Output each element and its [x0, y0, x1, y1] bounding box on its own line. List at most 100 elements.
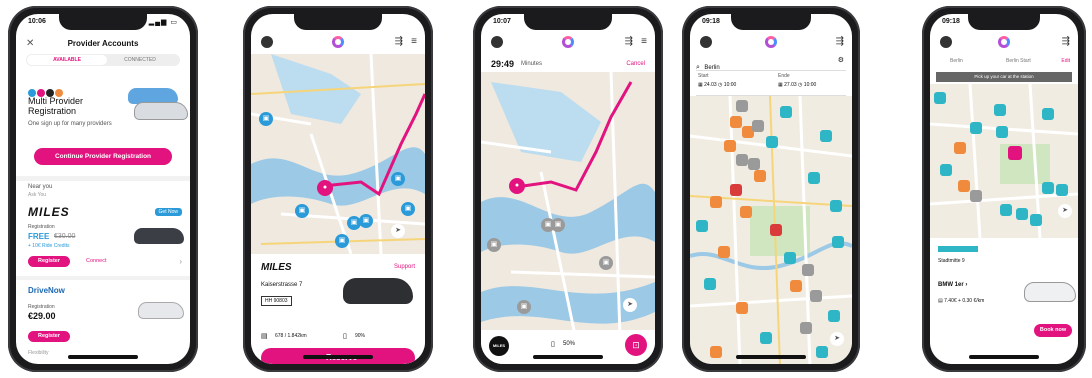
station-pin[interactable]	[1016, 208, 1028, 220]
car-pin[interactable]: ▣	[259, 112, 273, 126]
station-pin[interactable]	[780, 106, 792, 118]
tab-available[interactable]: AVAILABLE	[27, 55, 107, 65]
drivenow-registration-label: Registration	[28, 304, 55, 310]
support-link[interactable]: Support	[394, 264, 415, 270]
station-pin[interactable]	[710, 196, 722, 208]
station-pin[interactable]	[940, 164, 952, 176]
car-model[interactable]: BMW 1er ›	[938, 282, 967, 288]
station-pin[interactable]	[790, 280, 802, 292]
status-time: 09:18	[702, 18, 720, 25]
station-pin[interactable]	[832, 236, 844, 248]
map[interactable]: ➤	[690, 96, 852, 364]
drivenow-price: €29.00	[28, 311, 56, 321]
start-date[interactable]: ▦ 24.03 ◷ 10:00	[698, 82, 736, 88]
notice-banner: Pick up your car at the station	[936, 72, 1072, 82]
station-pin[interactable]	[958, 180, 970, 192]
car-pin[interactable]: ▣	[359, 214, 373, 228]
continue-registration-button[interactable]: Continue Provider Registration	[34, 148, 172, 165]
station-pin[interactable]	[816, 346, 828, 358]
station-pin[interactable]	[934, 92, 946, 104]
lock-button[interactable]: ⊡	[625, 334, 647, 356]
locate-me-icon[interactable]: ➤	[391, 224, 405, 238]
station-pin[interactable]	[1030, 214, 1042, 226]
miles-connect-link[interactable]: Connect	[86, 258, 107, 264]
share-icon[interactable]: ⇶	[625, 36, 633, 47]
car-pin[interactable]: ▣	[599, 256, 613, 270]
station-pin[interactable]	[730, 116, 742, 128]
share-icon[interactable]: ⇶	[1062, 36, 1070, 47]
car-pin[interactable]: ▣	[517, 300, 531, 314]
station-pin[interactable]	[754, 170, 766, 182]
station-pin[interactable]	[736, 100, 748, 112]
miles-register-button[interactable]: Register	[28, 256, 70, 267]
avatar[interactable]	[700, 36, 712, 48]
station-pin[interactable]	[800, 322, 812, 334]
menu-icon[interactable]: ≡	[641, 36, 647, 47]
locate-me-icon[interactable]: ➤	[1058, 204, 1072, 218]
station-pin[interactable]	[760, 332, 772, 344]
station-pin[interactable]	[736, 154, 748, 166]
station-pin[interactable]	[830, 200, 842, 212]
station-pin[interactable]	[704, 278, 716, 290]
map[interactable]: ➤	[930, 84, 1078, 238]
station-pin[interactable]	[994, 104, 1006, 116]
avatar[interactable]	[261, 36, 273, 48]
station-pin[interactable]	[1056, 184, 1068, 196]
end-date[interactable]: ▦ 27.03 ◷ 10:00	[778, 82, 816, 88]
station-pin[interactable]	[1042, 108, 1054, 120]
station-pin[interactable]	[828, 310, 840, 322]
map[interactable]: ▣ ▣ ▣ ▣ ▣ ▣ ▣ ● ➤	[251, 54, 425, 254]
share-icon[interactable]: ⇶	[395, 36, 403, 47]
car-pin[interactable]: ▣	[401, 202, 415, 216]
miles-price: FREE	[28, 232, 50, 241]
locate-me-icon[interactable]: ➤	[830, 332, 844, 346]
station-pin[interactable]	[770, 224, 782, 236]
station-pin[interactable]	[710, 346, 722, 358]
drivenow-register-button[interactable]: Register	[28, 331, 70, 342]
book-button[interactable]: Book now	[1034, 324, 1072, 337]
station-pin[interactable]	[752, 120, 764, 132]
station-pin[interactable]	[766, 136, 778, 148]
search-bar[interactable]: ⌕ Berlin ⚙	[696, 56, 846, 71]
station-pin[interactable]	[730, 184, 742, 196]
locate-me-icon[interactable]: ➤	[623, 298, 637, 312]
station-pin[interactable]	[784, 252, 796, 264]
station-pin[interactable]	[1000, 204, 1012, 216]
car-pin[interactable]: ▣	[295, 204, 309, 218]
station-pin[interactable]	[970, 190, 982, 202]
tab-connected[interactable]: CONNECTED	[102, 55, 178, 65]
edit-link[interactable]: Edit	[1061, 58, 1070, 64]
station-pin[interactable]	[736, 302, 748, 314]
station-pin[interactable]	[808, 172, 820, 184]
car-pin[interactable]: ▣	[335, 234, 349, 248]
cancel-button[interactable]: Cancel	[626, 61, 645, 67]
station-pin[interactable]	[696, 220, 708, 232]
map[interactable]: ● ▣ ▣ ▣ ▣ ▣ ➤ MILES ▯ 50% ⊡	[481, 72, 655, 364]
car-pin[interactable]: ▣	[487, 238, 501, 252]
avatar[interactable]	[491, 36, 503, 48]
station-pin[interactable]	[740, 206, 752, 218]
station-pin[interactable]	[748, 158, 760, 170]
station-pin[interactable]	[802, 264, 814, 276]
station-pin[interactable]	[996, 126, 1008, 138]
station-pin[interactable]	[810, 290, 822, 302]
settings-icon[interactable]: ⚙	[838, 56, 844, 64]
station-pin[interactable]	[724, 140, 736, 152]
search-field-a[interactable]: Berlin	[950, 58, 963, 64]
station-pin[interactable]	[954, 142, 966, 154]
menu-icon[interactable]: ≡	[411, 36, 417, 47]
selected-station-pin[interactable]	[1008, 146, 1022, 160]
selected-car-pin[interactable]: ●	[317, 180, 333, 196]
station-pin[interactable]	[820, 130, 832, 142]
station-pin[interactable]	[1042, 182, 1054, 194]
station-pin[interactable]	[718, 246, 730, 258]
availability-strip	[938, 246, 978, 252]
share-icon[interactable]: ⇶	[836, 36, 844, 47]
search-field-b[interactable]: Berlin Start	[1006, 58, 1031, 64]
avatar[interactable]	[940, 36, 952, 48]
chevron-right-icon[interactable]: ›	[179, 257, 182, 266]
car-pin[interactable]: ▣	[391, 172, 405, 186]
car-pin[interactable]: ▣	[551, 218, 565, 232]
station-pin[interactable]	[970, 122, 982, 134]
selected-car-pin[interactable]: ●	[509, 178, 525, 194]
